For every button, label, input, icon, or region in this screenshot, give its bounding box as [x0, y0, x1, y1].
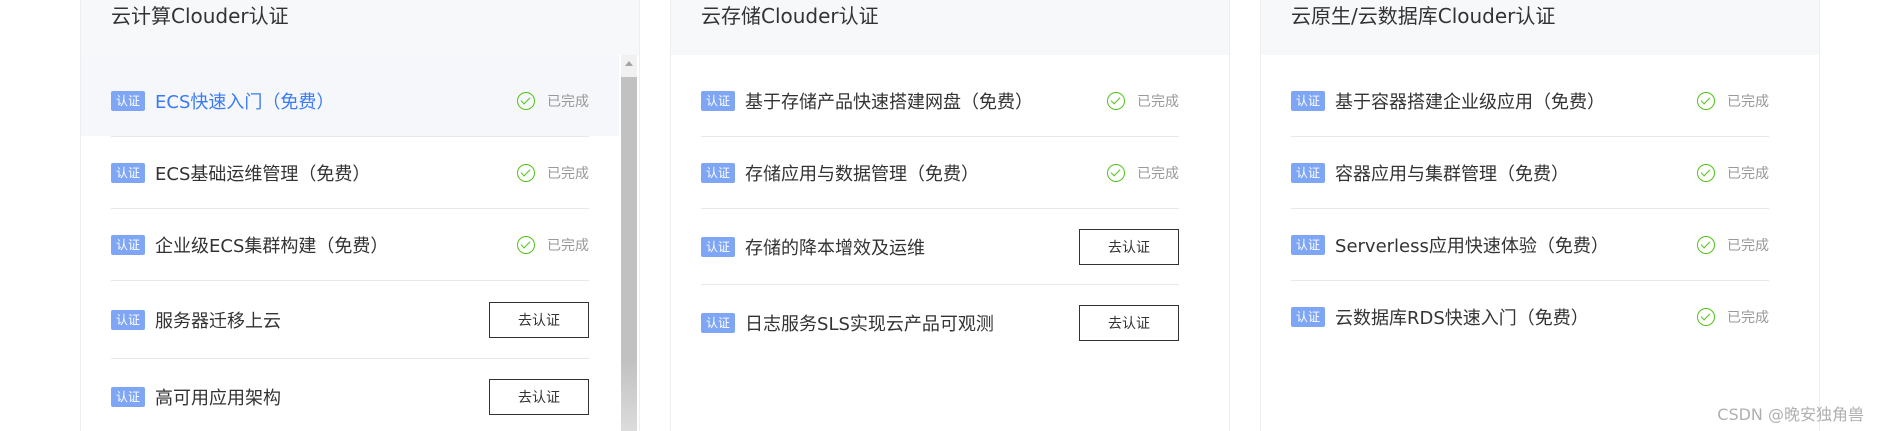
- course-title[interactable]: 企业级ECS集群构建（免费）: [155, 232, 517, 258]
- course-title[interactable]: 高可用应用架构: [155, 384, 489, 410]
- certification-tag: 认证: [1291, 307, 1326, 327]
- completed-status: 已完成: [1697, 307, 1769, 327]
- course-title[interactable]: 基于容器搭建企业级应用（免费）: [1335, 88, 1697, 114]
- course-list: 认证 基于存储产品快速搭建网盘（免费） 已完成 认证 存储应用与数据管理（免费）…: [671, 55, 1229, 431]
- course-title[interactable]: 日志服务SLS实现云产品可观测: [745, 310, 1079, 336]
- status-text: 已完成: [1137, 93, 1179, 110]
- check-circle-icon: [1697, 235, 1715, 254]
- check-circle-icon: [517, 91, 535, 110]
- check-circle-icon: [1697, 91, 1715, 110]
- list-item[interactable]: 认证 存储的降本增效及运维 去认证: [701, 209, 1179, 285]
- certify-button[interactable]: 去认证: [489, 301, 589, 338]
- course-title[interactable]: 容器应用与集群管理（免费）: [1335, 160, 1697, 186]
- course-title[interactable]: 基于存储产品快速搭建网盘（免费）: [745, 88, 1107, 114]
- card-cloud-computing: 云计算Clouder认证 认证 ECS快速入门（免费） 已完成 认证 ECS基础…: [80, 0, 640, 431]
- certification-tag: 认证: [111, 234, 146, 255]
- card-cloud-native-database: 云原生/云数据库Clouder认证 认证 基于容器搭建企业级应用（免费） 已完成…: [1260, 0, 1820, 431]
- list-item[interactable]: 认证 云数据库RDS快速入门（免费） 已完成: [1291, 281, 1769, 353]
- certification-tag: 认证: [111, 162, 146, 183]
- completed-status: 已完成: [1697, 91, 1769, 111]
- scroll-thumb[interactable]: [621, 77, 637, 431]
- certification-tag: 认证: [111, 309, 146, 330]
- course-title[interactable]: ECS基础运维管理（免费）: [155, 160, 517, 186]
- completed-status: 已完成: [1107, 163, 1179, 183]
- certification-tag: 认证: [111, 90, 146, 111]
- certification-tag: 认证: [701, 236, 736, 257]
- list-item[interactable]: 认证 存储应用与数据管理（免费） 已完成: [701, 137, 1179, 209]
- certification-tag: 认证: [701, 313, 736, 333]
- certification-tag: 认证: [111, 387, 146, 407]
- list-item[interactable]: 认证 服务器迁移上云 去认证: [111, 281, 589, 359]
- list-item[interactable]: 认证 ECS基础运维管理（免费） 已完成: [111, 137, 589, 209]
- completed-status: 已完成: [517, 235, 589, 255]
- completed-status: 已完成: [1697, 163, 1769, 183]
- list-item[interactable]: 认证 高可用应用架构 去认证: [111, 359, 589, 431]
- certify-button[interactable]: 去认证: [1079, 305, 1179, 341]
- list-item[interactable]: 认证 基于容器搭建企业级应用（免费） 已完成: [1291, 65, 1769, 137]
- completed-status: 已完成: [1697, 235, 1769, 255]
- status-text: 已完成: [1727, 93, 1769, 110]
- card-title: 云原生/云数据库Clouder认证: [1261, 0, 1819, 55]
- check-circle-icon: [1107, 91, 1125, 110]
- completed-status: 已完成: [1107, 91, 1179, 111]
- check-circle-icon: [517, 235, 535, 254]
- list-item[interactable]: 认证 企业级ECS集群构建（免费） 已完成: [111, 209, 589, 281]
- status-text: 已完成: [547, 165, 589, 182]
- status-text: 已完成: [547, 237, 589, 254]
- certification-tag: 认证: [701, 162, 736, 183]
- status-text: 已完成: [1137, 165, 1179, 182]
- list-item[interactable]: 认证 基于存储产品快速搭建网盘（免费） 已完成: [701, 65, 1179, 137]
- completed-status: 已完成: [517, 91, 589, 111]
- certify-button[interactable]: 去认证: [1079, 228, 1179, 265]
- certification-tag: 认证: [701, 90, 736, 111]
- status-text: 已完成: [1727, 165, 1769, 182]
- course-title[interactable]: 存储应用与数据管理（免费）: [745, 160, 1107, 186]
- card-cloud-storage: 云存储Clouder认证 认证 基于存储产品快速搭建网盘（免费） 已完成 认证 …: [670, 0, 1230, 431]
- list-item[interactable]: 认证 Serverless应用快速体验（免费） 已完成: [1291, 209, 1769, 281]
- scroll-up-arrow-icon[interactable]: [625, 61, 633, 66]
- course-title[interactable]: 服务器迁移上云: [155, 307, 489, 333]
- vertical-scrollbar[interactable]: [621, 55, 637, 431]
- certify-button[interactable]: 去认证: [489, 379, 589, 415]
- course-title-link[interactable]: ECS快速入门（免费）: [155, 88, 517, 114]
- list-item[interactable]: 认证 容器应用与集群管理（免费） 已完成: [1291, 137, 1769, 209]
- check-circle-icon: [517, 163, 535, 182]
- certification-tag: 认证: [1291, 234, 1326, 255]
- course-title[interactable]: 云数据库RDS快速入门（免费）: [1335, 304, 1697, 330]
- card-title: 云计算Clouder认证: [81, 0, 639, 55]
- course-title[interactable]: 存储的降本增效及运维: [745, 234, 1079, 260]
- check-circle-icon: [1697, 308, 1715, 326]
- check-circle-icon: [1107, 163, 1125, 182]
- status-text: 已完成: [547, 93, 589, 110]
- card-title: 云存储Clouder认证: [671, 0, 1229, 55]
- check-circle-icon: [1697, 163, 1715, 182]
- completed-status: 已完成: [517, 163, 589, 183]
- watermark: CSDN @晚安独角兽: [1717, 405, 1864, 424]
- status-text: 已完成: [1727, 310, 1769, 326]
- list-item[interactable]: 认证 ECS快速入门（免费） 已完成: [81, 55, 619, 137]
- status-text: 已完成: [1727, 237, 1769, 254]
- course-list: 认证 ECS快速入门（免费） 已完成 认证 ECS基础运维管理（免费） 已完成 …: [81, 55, 639, 431]
- course-list: 认证 基于容器搭建企业级应用（免费） 已完成 认证 容器应用与集群管理（免费） …: [1261, 55, 1819, 431]
- certification-tag: 认证: [1291, 162, 1326, 183]
- list-item[interactable]: 认证 日志服务SLS实现云产品可观测 去认证: [701, 285, 1179, 361]
- course-title[interactable]: Serverless应用快速体验（免费）: [1335, 232, 1697, 258]
- certification-tag: 认证: [1291, 90, 1326, 111]
